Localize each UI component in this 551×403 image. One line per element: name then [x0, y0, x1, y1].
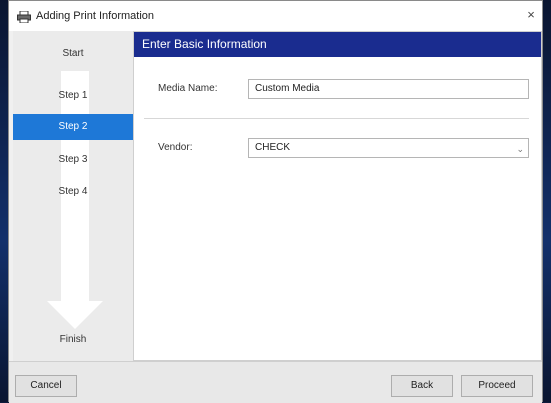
proceed-button[interactable]: Proceed [461, 375, 533, 397]
step-1: Step 1 [58, 90, 88, 101]
section-header: Enter Basic Information [134, 32, 541, 57]
media-name-label: Media Name: [158, 83, 218, 94]
main-panel: Enter Basic Information Media Name: Cust… [133, 31, 542, 361]
window-title: Adding Print Information [36, 10, 155, 22]
divider [144, 118, 529, 119]
button-bar: Cancel Back Proceed [9, 361, 542, 403]
dialog-window: Adding Print Information × Start Step 1 … [8, 0, 543, 403]
desktop-background-left [0, 0, 8, 402]
step-finish: Finish [59, 334, 87, 345]
vendor-select[interactable]: CHECK ⌄ [248, 138, 529, 158]
step-2: Step 2 [13, 114, 133, 140]
progress-arrow-head-icon [47, 301, 103, 329]
step-sidebar: Start Step 1 Step 2 Step 3 Step 4 Finish [13, 31, 134, 361]
title-bar: Adding Print Information × [9, 1, 542, 31]
media-name-input[interactable]: Custom Media [248, 79, 529, 99]
cancel-button[interactable]: Cancel [15, 375, 77, 397]
chevron-down-icon[interactable]: ⌄ [516, 140, 524, 158]
desktop-background-right [543, 0, 551, 402]
back-button[interactable]: Back [391, 375, 453, 397]
vendor-label: Vendor: [158, 142, 193, 153]
step-start: Start [62, 48, 84, 59]
vendor-selected-value: CHECK [255, 142, 291, 153]
printer-icon [17, 10, 31, 24]
step-3: Step 3 [58, 154, 88, 165]
step-4: Step 4 [58, 186, 88, 197]
close-icon[interactable]: × [524, 8, 538, 22]
